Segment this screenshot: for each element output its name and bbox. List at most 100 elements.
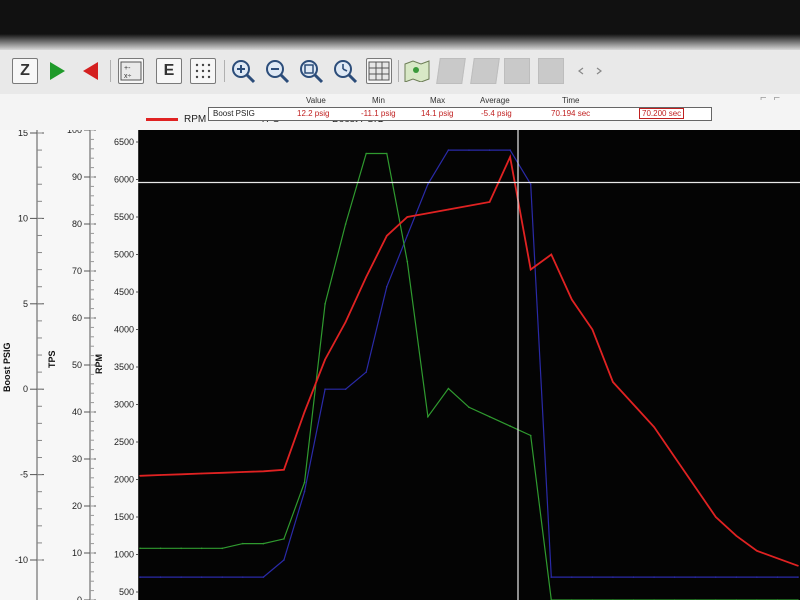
boost-psig-point	[509, 149, 511, 151]
tps-tick-label: 30	[72, 454, 82, 464]
tps-tick-label: 40	[72, 407, 82, 417]
datalog-chart[interactable]	[137, 130, 800, 600]
rpm-point	[571, 298, 573, 301]
tps-point	[427, 415, 429, 418]
z-button[interactable]: Z	[12, 58, 38, 84]
rpm-tick-label: 4000	[114, 325, 134, 335]
scroll-right-button[interactable]	[586, 58, 612, 84]
boost-psig-point	[221, 576, 224, 578]
map-button[interactable]	[404, 58, 430, 84]
rpm-point	[200, 472, 203, 475]
rpm-tick-label: 2500	[114, 437, 134, 447]
zoom-in-button[interactable]	[230, 58, 256, 84]
tps-point	[221, 547, 224, 550]
boost-psig-point	[427, 183, 429, 186]
tps-point	[468, 406, 470, 409]
grid-button[interactable]	[190, 58, 216, 84]
disabled-tool-button[interactable]	[470, 58, 500, 84]
boost-psig-point	[385, 285, 388, 288]
tps-point	[406, 260, 409, 263]
rpm-point	[612, 381, 614, 383]
legend-rpm: RPM	[146, 114, 206, 125]
boost-psig-point	[591, 576, 594, 578]
rpm-point	[509, 156, 511, 158]
tps-point	[509, 425, 511, 427]
tps-tick-label: 50	[72, 360, 82, 370]
rpm-tick-label: 2000	[114, 475, 134, 485]
boost-psig-point	[303, 490, 306, 493]
stats-row[interactable]: Boost PSIG 12.2 psig -11.1 psig 14.1 psi…	[208, 107, 712, 121]
tps-point	[200, 547, 203, 550]
rpm-point	[550, 253, 553, 256]
tps-point	[344, 223, 347, 225]
datalog-chart-svg[interactable]	[137, 130, 800, 600]
stats-header-average: Average	[480, 96, 510, 105]
channel-stats-panel: Value Min Max Average Time Boost PSIG 12…	[208, 96, 712, 123]
boost-psig-point	[488, 149, 491, 151]
rpm-point	[529, 268, 532, 271]
toolbar: Z +- x÷ E	[0, 50, 800, 95]
boost-psig-point	[406, 234, 409, 237]
stats-header-max: Max	[430, 96, 446, 105]
tps-tick-label: 70	[72, 266, 82, 276]
tps-axis-title: TPS	[47, 350, 57, 368]
zoom-out-icon	[266, 60, 290, 84]
stats-time-selected[interactable]: 70.200 sec	[639, 108, 685, 119]
e-button[interactable]: E	[156, 58, 182, 84]
toolbar-separator	[224, 60, 225, 82]
disabled-tool-button[interactable]	[538, 58, 564, 84]
rpm-tick-label: 4500	[114, 287, 134, 297]
table-button[interactable]	[366, 58, 392, 84]
boost-psig-point	[344, 388, 347, 391]
tps-point	[488, 415, 491, 418]
rpm-tick-label: 6000	[114, 175, 134, 185]
boost-tick-label: 10	[18, 213, 28, 223]
stats-channel-name: Boost PSIG	[213, 109, 255, 118]
zoom-fit-button[interactable]	[298, 58, 324, 84]
y-axes-panel: 15 10 5 0 -5 -10 100 90 80 70 60 50 40 30 20 10 0 6500 600…	[0, 125, 145, 600]
rpm-point	[591, 328, 594, 331]
rpm-point	[488, 201, 491, 203]
tps-point	[159, 547, 162, 550]
rpm-point	[283, 468, 285, 471]
calc-button[interactable]: +- x÷	[118, 58, 144, 84]
toolbar-separator	[110, 60, 111, 82]
disabled-tool-button[interactable]	[436, 58, 466, 84]
back-arrow-icon	[83, 62, 98, 80]
rpm-point	[324, 358, 326, 361]
boost-psig-point	[612, 576, 614, 578]
boost-psig-point	[159, 576, 162, 578]
rpm-point	[406, 216, 409, 218]
zoom-time-button[interactable]	[332, 58, 358, 84]
back-button[interactable]	[78, 58, 104, 84]
rpm-point	[385, 234, 388, 237]
boost-psig-point	[242, 576, 244, 578]
rpm-tick-label: 6500	[114, 137, 134, 147]
zoom-fit-icon	[300, 60, 324, 84]
chevron-left-icon	[578, 67, 584, 75]
rpm-tick-label: 3000	[114, 400, 134, 410]
boost-psig-point	[283, 559, 285, 561]
tps-tick-label: 90	[72, 172, 82, 182]
rpm-point	[797, 564, 799, 567]
rpm-point	[365, 276, 367, 278]
boost-psig-point	[714, 576, 717, 578]
y-axes-svg: 151050-5-1010090807060504030201006500600…	[15, 125, 144, 600]
boost-psig-point	[673, 576, 676, 578]
rpm-point	[653, 426, 655, 428]
zoom-out-button[interactable]	[264, 58, 290, 84]
rpm-point	[714, 516, 717, 518]
boost-psig-point	[200, 576, 203, 578]
svg-text:+-: +-	[124, 65, 131, 72]
boost-axis-title: Boost PSIG	[2, 342, 12, 392]
rpm-point	[242, 471, 244, 473]
boost-psig-point	[632, 576, 635, 578]
rpm-tick-label: 1500	[114, 512, 134, 522]
disabled-tool-button[interactable]	[504, 58, 530, 84]
rpm-point	[180, 473, 182, 476]
tps-point	[365, 152, 367, 155]
tps-point	[324, 303, 326, 305]
play-button[interactable]	[44, 58, 70, 84]
stats-value: 12.2 psig	[297, 109, 330, 118]
tps-point	[447, 387, 450, 390]
